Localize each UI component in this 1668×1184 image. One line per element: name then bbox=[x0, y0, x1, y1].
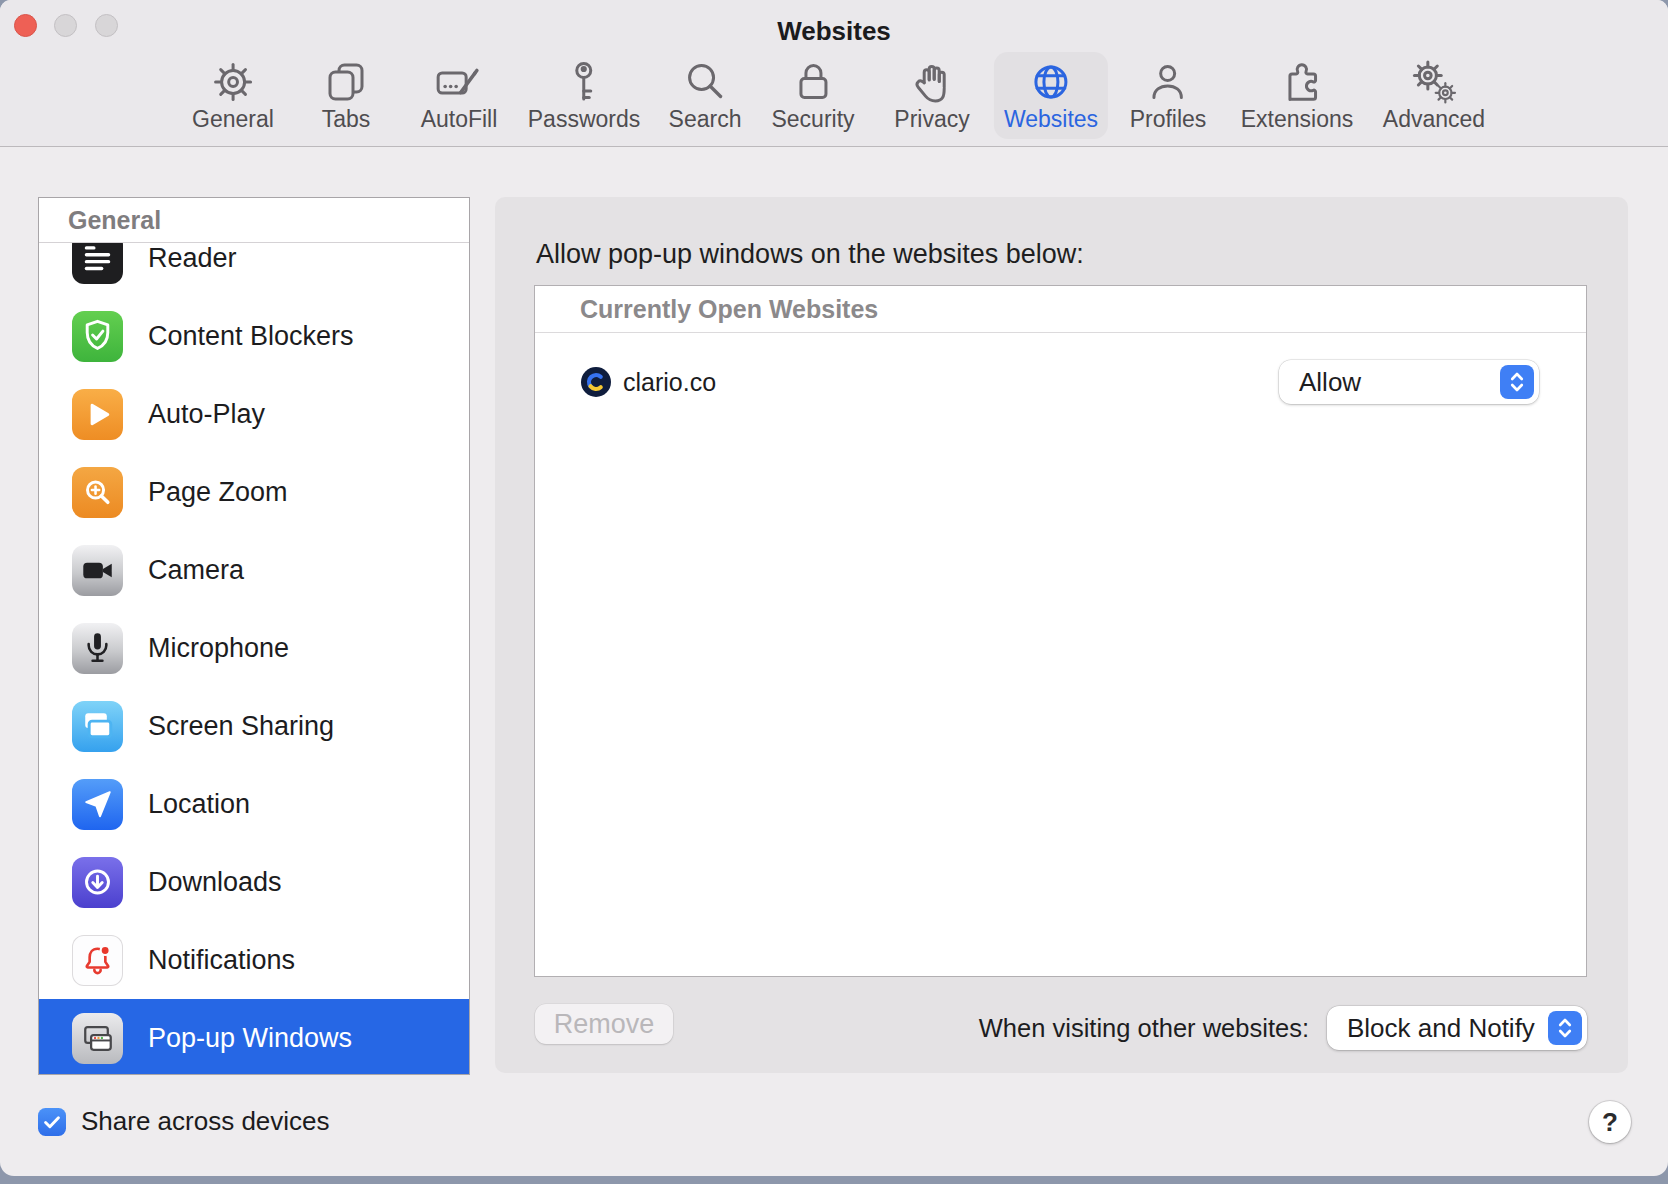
screens-icon bbox=[72, 701, 123, 752]
sidebar-item-camera[interactable]: Camera bbox=[39, 531, 469, 609]
autofill-icon bbox=[433, 56, 485, 108]
sidebar-item-reader[interactable]: Reader bbox=[39, 243, 469, 297]
hand-icon bbox=[906, 56, 958, 108]
toolbar-tab-privacy[interactable]: Privacy bbox=[884, 52, 979, 139]
globe-icon bbox=[1025, 56, 1077, 108]
website-row: clario.co Allow bbox=[535, 357, 1586, 407]
panel-heading: Allow pop-up windows on the websites bel… bbox=[536, 239, 1084, 270]
sidebar-item-microphone[interactable]: Microphone bbox=[39, 609, 469, 687]
gears-icon bbox=[1408, 56, 1460, 108]
magnifier-plus-icon bbox=[72, 467, 123, 518]
lock-icon bbox=[787, 56, 839, 108]
websites-list: Currently Open Websites clario.co Allow bbox=[534, 285, 1587, 977]
sidebar-item-popup-windows[interactable]: Pop-up Windows bbox=[39, 999, 469, 1074]
default-policy-dropdown[interactable]: Block and Notify bbox=[1327, 1006, 1587, 1050]
tabs-icon bbox=[320, 56, 372, 108]
updown-chevrons-icon bbox=[1548, 1011, 1582, 1045]
safari-preferences-window: Websites General Tabs AutoFill Passwords bbox=[0, 0, 1668, 1176]
gear-icon bbox=[207, 56, 259, 108]
checkbox-checked-icon[interactable] bbox=[38, 1108, 66, 1136]
sidebar-list: Reader Content Blockers Auto-Play Page Z… bbox=[39, 243, 469, 1074]
default-policy-row: When visiting other websites: Block and … bbox=[979, 1006, 1587, 1050]
key-icon bbox=[558, 56, 610, 108]
toolbar-tab-search[interactable]: Search bbox=[659, 52, 752, 139]
default-policy-label: When visiting other websites: bbox=[979, 1014, 1309, 1043]
toolbar-tab-websites[interactable]: Websites bbox=[994, 52, 1108, 139]
sidebar-item-auto-play[interactable]: Auto-Play bbox=[39, 375, 469, 453]
toolbar-tab-tabs[interactable]: Tabs bbox=[310, 52, 382, 139]
toolbar-tab-advanced[interactable]: Advanced bbox=[1373, 52, 1495, 139]
toolbar-tab-general[interactable]: General bbox=[182, 52, 284, 139]
video-camera-icon bbox=[72, 545, 123, 596]
permission-dropdown[interactable]: Allow bbox=[1279, 360, 1539, 404]
shield-check-icon bbox=[72, 311, 123, 362]
list-section-header: Currently Open Websites bbox=[535, 286, 1586, 333]
website-name: clario.co bbox=[623, 368, 716, 397]
share-across-devices-checkbox[interactable]: Share across devices bbox=[38, 1106, 330, 1137]
reader-icon bbox=[72, 243, 123, 284]
play-icon bbox=[72, 389, 123, 440]
toolbar: Websites General Tabs AutoFill Passwords bbox=[0, 0, 1668, 147]
sidebar-item-location[interactable]: Location bbox=[39, 765, 469, 843]
clario-favicon bbox=[580, 366, 612, 398]
bell-badge-icon bbox=[72, 935, 123, 986]
toolbar-tab-security[interactable]: Security bbox=[761, 52, 864, 139]
sidebar-item-content-blockers[interactable]: Content Blockers bbox=[39, 297, 469, 375]
microphone-icon bbox=[72, 623, 123, 674]
toolbar-tab-extensions[interactable]: Extensions bbox=[1231, 52, 1364, 139]
remove-button[interactable]: Remove bbox=[535, 1004, 673, 1044]
desktop-backdrop: Websites General Tabs AutoFill Passwords bbox=[0, 0, 1668, 1184]
window-title: Websites bbox=[0, 16, 1668, 47]
updown-chevrons-icon bbox=[1500, 365, 1534, 399]
toolbar-tab-passwords[interactable]: Passwords bbox=[518, 52, 650, 139]
magnifier-icon bbox=[679, 56, 731, 108]
help-button[interactable]: ? bbox=[1589, 1101, 1631, 1143]
sidebar-item-screen-sharing[interactable]: Screen Sharing bbox=[39, 687, 469, 765]
popup-settings-panel: Allow pop-up windows on the websites bel… bbox=[495, 197, 1628, 1073]
toolbar-tab-profiles[interactable]: Profiles bbox=[1120, 52, 1217, 139]
sidebar: General Reader Content Blockers Auto-Pla… bbox=[38, 197, 470, 1075]
sidebar-section-header: General bbox=[39, 198, 469, 243]
toolbar-tab-autofill[interactable]: AutoFill bbox=[411, 52, 508, 139]
sidebar-item-notifications[interactable]: Notifications bbox=[39, 921, 469, 999]
person-icon bbox=[1142, 56, 1194, 108]
navigation-arrow-icon bbox=[72, 779, 123, 830]
puzzle-icon bbox=[1271, 56, 1323, 108]
sidebar-item-downloads[interactable]: Downloads bbox=[39, 843, 469, 921]
sidebar-item-page-zoom[interactable]: Page Zoom bbox=[39, 453, 469, 531]
download-circle-icon bbox=[72, 857, 123, 908]
popup-windows-icon bbox=[72, 1013, 123, 1064]
